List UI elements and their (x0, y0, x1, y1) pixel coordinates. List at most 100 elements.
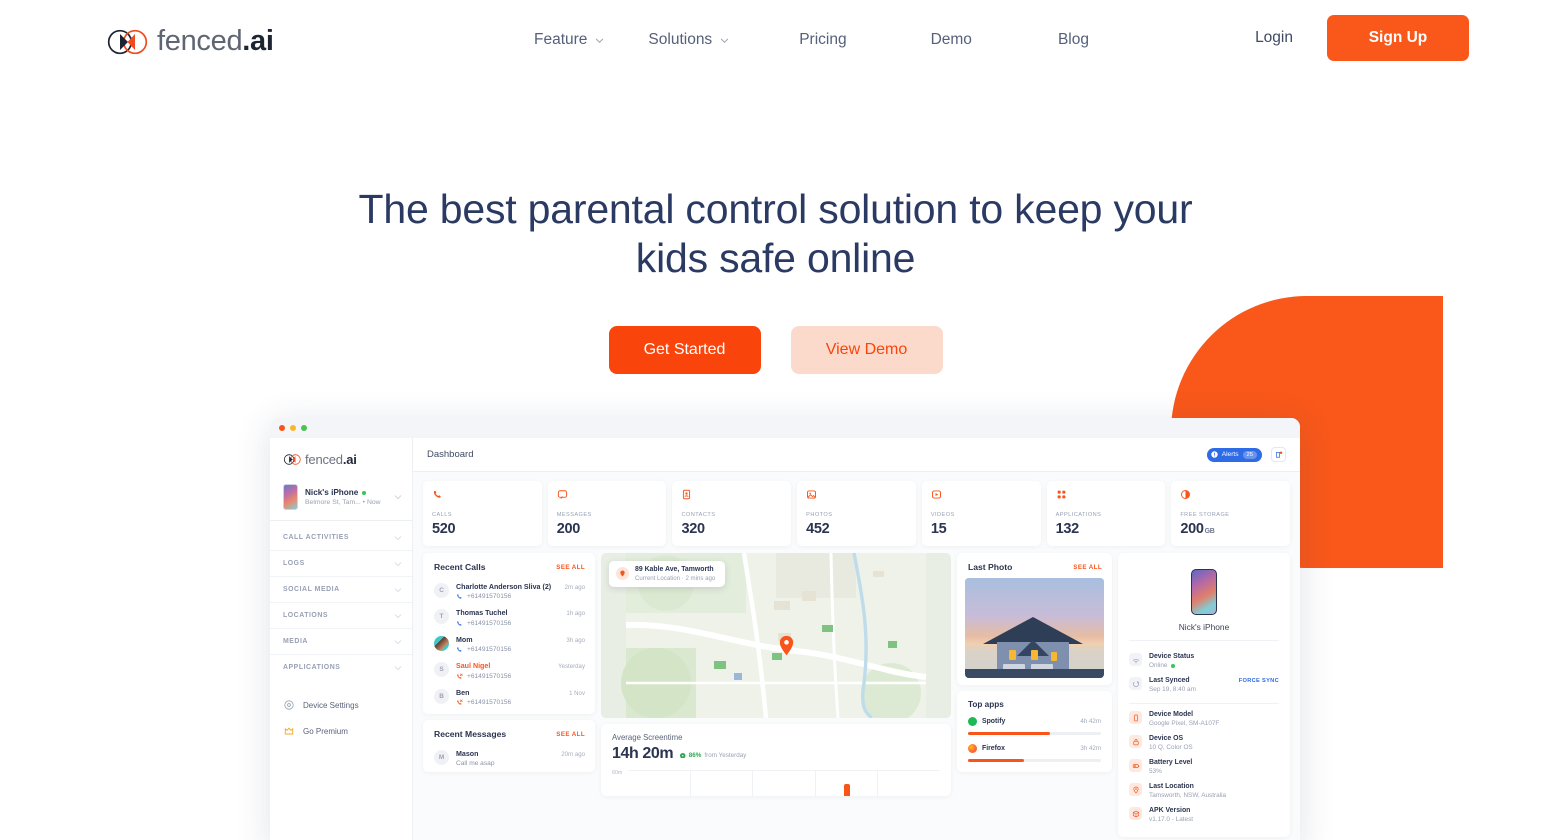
recent-calls-header: Recent Calls SEE ALL (423, 553, 595, 578)
force-sync-button[interactable]: FORCE SYNC (1239, 677, 1279, 684)
sidebar-item-applications[interactable]: APPLICATIONS (270, 655, 412, 680)
get-started-button[interactable]: Get Started (608, 326, 761, 375)
sidebar-label-call-activities: CALL ACTIVITIES (283, 534, 350, 541)
sidebar-item-call-activities[interactable]: CALL ACTIVITIES (270, 525, 412, 551)
dashboard-header-actions: Alerts 25 (1206, 447, 1286, 462)
call-contact-name: Mom (456, 635, 473, 644)
nav-item-demo[interactable]: Demo (909, 25, 994, 55)
last-photo-header: Last Photo SEE ALL (957, 553, 1112, 578)
stat-unit-free-storage: GB (1204, 528, 1215, 535)
last-photo-image[interactable] (965, 578, 1104, 678)
nav-item-blog[interactable]: Blog (1036, 25, 1111, 55)
avatar-initial: B (439, 692, 444, 700)
nav-label-pricing: Pricing (799, 31, 847, 48)
top-app-header: Spotify 4h 42m (968, 717, 1101, 726)
progress-fill (968, 732, 1051, 735)
call-list-item[interactable]: Mom +61491570156 3h ago (423, 631, 595, 658)
alerts-button[interactable]: Alerts 25 (1206, 447, 1262, 462)
incoming-call-icon (457, 594, 462, 599)
sidebar-item-media[interactable]: MEDIA (270, 629, 412, 655)
nav-item-pricing[interactable]: Pricing (777, 25, 868, 55)
notifications-button[interactable] (1271, 447, 1286, 462)
sidebar-item-social-media[interactable]: SOCIAL MEDIA (270, 577, 412, 603)
window-minimize-dot[interactable] (290, 425, 296, 431)
map-address: 89 Kable Ave, Tamworth (635, 566, 714, 573)
last-photo-see-all[interactable]: SEE ALL (1073, 564, 1102, 571)
recent-calls-title: Recent Calls (434, 562, 486, 572)
sidebar-item-locations[interactable]: LOCATIONS (270, 603, 412, 629)
avatar-initial: S (439, 666, 444, 673)
device-time: Now (366, 499, 381, 506)
call-list-item[interactable]: C Charlotte Anderson Sliva (2) +61491570… (423, 578, 595, 605)
map-marker-icon (779, 635, 794, 656)
device-info-value: v1.17.0 - Latest (1149, 816, 1194, 823)
device-thumbnail (283, 484, 298, 510)
device-info-panel: Nick's iPhone Device Status Online Last … (1118, 553, 1290, 837)
dashboard-body: fenced.ai Nick's iPhone Belmore St, Tam.… (270, 438, 1300, 840)
stat-card-contacts[interactable]: CONTACTS 320 (672, 481, 792, 546)
apps-icon (1057, 490, 1065, 499)
device-info-row-os: Device OS 10 Q, Color OS (1129, 731, 1279, 755)
sidebar-item-device-settings[interactable]: Device Settings (283, 692, 412, 718)
signup-button[interactable]: Sign Up (1327, 15, 1469, 61)
recent-messages-see-all[interactable]: SEE ALL (556, 731, 585, 738)
call-details: Mom +61491570156 (456, 636, 559, 654)
avatar-initial: C (439, 586, 444, 594)
photo-ground (965, 669, 1104, 678)
stat-card-photos[interactable]: PHOTOS 452 (797, 481, 916, 546)
top-app-item[interactable]: Firefox 3h 42m (968, 744, 1101, 762)
call-time: 1 Nov (569, 689, 585, 697)
device-info-row-status: Device Status Online (1129, 649, 1279, 673)
contacts-icon (683, 489, 691, 500)
call-contact-name: Charlotte Anderson Sliva (2) (456, 582, 552, 591)
notification-icon (1275, 450, 1282, 458)
recent-calls-see-all[interactable]: SEE ALL (556, 564, 585, 571)
call-details: Charlotte Anderson Sliva (2) +6149157015… (456, 583, 558, 601)
stat-label-videos: VIDEOS (930, 512, 955, 518)
stat-number-calls: 520 (432, 521, 456, 537)
stat-card-messages[interactable]: MESSAGES 200 (547, 481, 667, 546)
chart-cell (753, 771, 816, 796)
stat-card-calls[interactable]: CALLS 520 (423, 481, 542, 546)
top-app-time: 3h 42m (1080, 745, 1101, 752)
login-link[interactable]: Login (1239, 19, 1309, 57)
top-apps-panel: Top apps Spotify 4h 42m Firefox 3h 42m (957, 691, 1112, 772)
call-list-item[interactable]: B Ben +61491570156 1 Nov (423, 684, 595, 714)
window-maximize-dot[interactable] (301, 425, 307, 431)
stat-value-applications: 132 (1056, 521, 1158, 537)
top-app-item[interactable]: Spotify 4h 42m (968, 717, 1101, 735)
stat-card-videos[interactable]: VIDEOS 15 (921, 481, 1041, 546)
view-demo-button[interactable]: View Demo (790, 326, 943, 375)
call-list-item[interactable]: S Saul Nigel +61491570156 Yesterday (423, 658, 595, 685)
stat-label-photos: PHOTOS (806, 512, 833, 518)
dashboard-logo[interactable]: fenced.ai (270, 438, 412, 477)
call-list-item[interactable]: T Thomas Tuchel +61491570156 1h ago (423, 605, 595, 632)
screentime-delta-pct: 86% (688, 751, 702, 759)
recent-messages-header: Recent Messages SEE ALL (423, 720, 595, 745)
location-pin-icon (616, 567, 629, 581)
sidebar-item-go-premium[interactable]: Go Premium (283, 718, 412, 744)
nav-item-feature[interactable]: Feature (512, 25, 626, 55)
stat-number-messages: 200 (556, 521, 581, 537)
message-list-item[interactable]: M Mason Call me asap 20m ago (423, 745, 595, 772)
location-map-panel[interactable]: 89 Kable Ave, Tamworth Current Location … (601, 553, 951, 718)
dashboard-mockup-window: fenced.ai Nick's iPhone Belmore St, Tam.… (270, 418, 1300, 840)
sidebar-item-logs[interactable]: LOGS (270, 551, 412, 577)
stat-value-photos: 452 (806, 521, 908, 537)
photo-window (1051, 652, 1057, 661)
online-status-dot (362, 490, 367, 495)
stat-card-free-storage[interactable]: FREE STORAGE 200GB (1171, 481, 1291, 546)
device-selector[interactable]: Nick's iPhone Belmore St, Tam... • Now (270, 477, 412, 521)
nav-item-solutions[interactable]: Solutions (626, 25, 751, 55)
site-logo[interactable]: fenced.ai (106, 25, 274, 58)
call-contact-name: Ben (456, 688, 470, 697)
landing-page: fenced.ai Feature Solutions Pricing Demo… (0, 0, 1551, 840)
map-subtitle: Current Location · 2 mins ago (635, 574, 716, 582)
photo-icon (807, 490, 817, 499)
stat-card-applications[interactable]: APPLICATIONS 132 (1046, 481, 1166, 546)
avatar: S (434, 662, 449, 677)
device-hero: Nick's iPhone (1129, 563, 1279, 640)
message-time: 20m ago (561, 750, 585, 758)
fenced-logo-icon (283, 454, 301, 465)
window-close-dot[interactable] (279, 425, 285, 431)
